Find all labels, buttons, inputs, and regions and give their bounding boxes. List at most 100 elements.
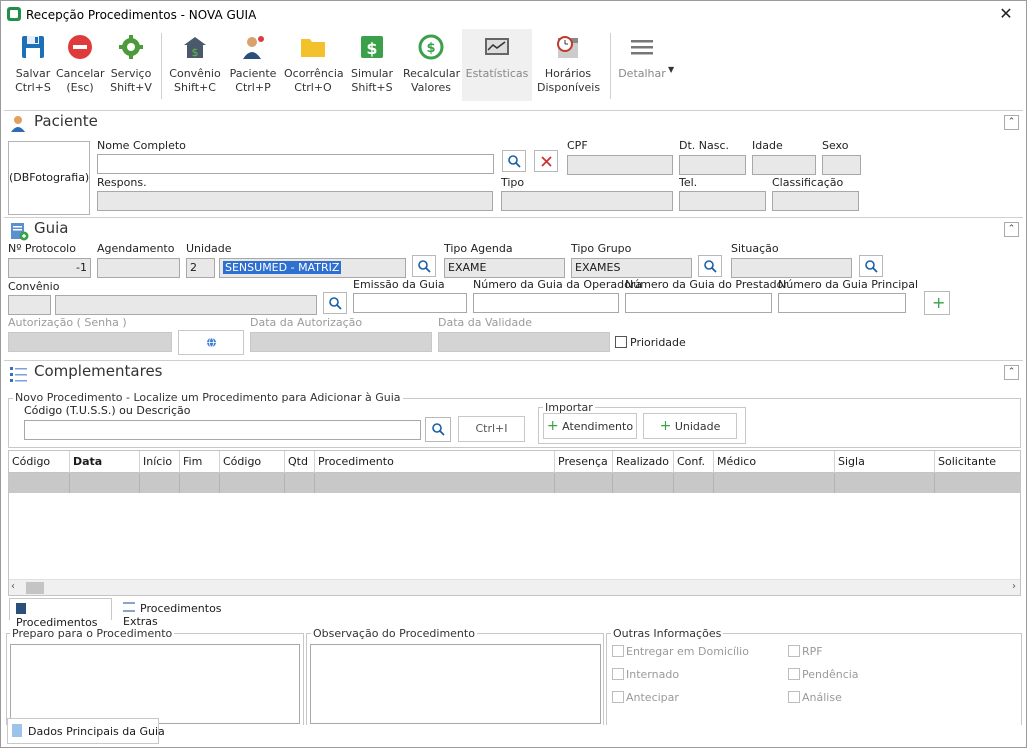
- calendar-clock-icon: [554, 33, 582, 61]
- sexo-input[interactable]: [822, 155, 861, 175]
- simular-label: Simular: [350, 67, 394, 80]
- search-situacao-button[interactable]: [859, 255, 883, 277]
- horizontal-scrollbar[interactable]: ‹ ›: [9, 579, 1020, 595]
- search-procedimento-button[interactable]: [425, 417, 451, 442]
- internado-checkbox[interactable]: [612, 668, 624, 680]
- convenio-code-input[interactable]: [8, 295, 51, 315]
- atendimento-button[interactable]: + Atendimento: [543, 413, 637, 439]
- idade-label: Idade: [752, 139, 783, 152]
- prioridade-checkbox[interactable]: [615, 336, 627, 348]
- close-button[interactable]: ✕: [996, 4, 1016, 23]
- clear-paciente-button[interactable]: [534, 150, 558, 172]
- search-convenio-button[interactable]: [323, 292, 347, 314]
- col-medico[interactable]: Médico: [714, 451, 835, 473]
- antecipar-checkbox[interactable]: [612, 691, 624, 703]
- respons-input[interactable]: [97, 191, 493, 211]
- situacao-input[interactable]: [731, 258, 852, 278]
- sexo-label: Sexo: [822, 139, 849, 152]
- col-qtd[interactable]: Qtd: [285, 451, 315, 473]
- col-inicio[interactable]: Início: [140, 451, 180, 473]
- num-prestador-input[interactable]: [625, 293, 772, 313]
- unidade-import-button[interactable]: + Unidade: [643, 413, 737, 439]
- internado-label: Internado: [626, 668, 680, 681]
- idade-input[interactable]: [752, 155, 816, 175]
- search-unidade-button[interactable]: [412, 255, 436, 277]
- analise-checkbox[interactable]: [788, 691, 800, 703]
- detalhar-dropdown-icon[interactable]: ▼: [668, 65, 674, 74]
- rpf-checkbox[interactable]: [788, 645, 800, 657]
- convenio-name-input[interactable]: [55, 295, 317, 315]
- dados-principais-tab[interactable]: Dados Principais da Guia: [7, 718, 165, 744]
- tipo-agenda-input[interactable]: EXAME: [444, 258, 565, 278]
- simular-button[interactable]: $ Simular Shift+S: [348, 29, 396, 101]
- recalcular-label: Recalcular: [403, 67, 461, 80]
- data-autorizacao-input[interactable]: [250, 332, 432, 352]
- num-principal-input[interactable]: [778, 293, 906, 313]
- num-operadora-input[interactable]: [473, 293, 619, 313]
- convenio-field-label: Convênio: [8, 280, 60, 293]
- collapse-paciente-button[interactable]: ⌃: [1004, 115, 1019, 130]
- recalcular-button[interactable]: $ Recalcular Valores: [403, 29, 461, 101]
- scroll-right-icon[interactable]: ›: [1012, 581, 1016, 592]
- nome-input[interactable]: [97, 154, 494, 174]
- ocorrencia-button[interactable]: Ocorrência Ctrl+O: [284, 29, 344, 101]
- scroll-left-icon[interactable]: ‹: [11, 581, 15, 592]
- col-solicitante[interactable]: Solicitante: [935, 451, 1020, 473]
- pendencia-checkbox[interactable]: [788, 668, 800, 680]
- row-cell: [835, 473, 935, 493]
- col-data[interactable]: Data: [70, 451, 140, 473]
- cancelar-button[interactable]: Cancelar (Esc): [56, 29, 105, 101]
- scroll-thumb[interactable]: [26, 582, 44, 594]
- estatisticas-button[interactable]: Estatísticas: [462, 29, 532, 101]
- col-fim[interactable]: Fim: [180, 451, 220, 473]
- col-sigla[interactable]: Sigla: [835, 451, 935, 473]
- entregar-checkbox[interactable]: [612, 645, 624, 657]
- tipo-input[interactable]: [501, 191, 673, 211]
- col-codigo[interactable]: Código: [9, 451, 70, 473]
- agendamento-input[interactable]: [97, 258, 180, 278]
- paciente-button[interactable]: Paciente Ctrl+P: [229, 29, 277, 101]
- ctrl-i-button[interactable]: Ctrl+I: [458, 416, 525, 442]
- col-realizado[interactable]: Realizado: [613, 451, 674, 473]
- cpf-input[interactable]: [567, 155, 673, 175]
- col-codigo-2[interactable]: Código: [220, 451, 285, 473]
- horarios-button[interactable]: Horários Disponíveis: [537, 29, 600, 101]
- autorizacao-input[interactable]: [8, 332, 172, 352]
- detalhar-button[interactable]: Detalhar: [617, 29, 667, 101]
- unidade-name-input[interactable]: SENSUMED - MATRIZ: [219, 258, 406, 278]
- collapse-complementares-button[interactable]: ⌃: [1004, 365, 1019, 380]
- codigo-input[interactable]: [24, 420, 421, 440]
- servico-button[interactable]: Serviço Shift+V: [107, 29, 155, 101]
- table-row[interactable]: [9, 473, 1020, 493]
- preparo-textarea[interactable]: [10, 644, 300, 724]
- photo-box[interactable]: (DBFotografia): [8, 141, 90, 215]
- search-tipo-grupo-button[interactable]: [698, 255, 722, 277]
- col-presenca[interactable]: Presença: [555, 451, 613, 473]
- col-conf[interactable]: Conf.: [674, 451, 714, 473]
- globe-button[interactable]: [178, 330, 244, 355]
- codigo-label: Código (T.U.S.S.) ou Descrição: [24, 404, 191, 417]
- tab-procedimentos-extras[interactable]: Procedimentos Extras: [117, 598, 257, 628]
- nasc-input[interactable]: [679, 155, 746, 175]
- nasc-label: Dt. Nasc.: [679, 139, 730, 152]
- tipo-grupo-input[interactable]: EXAMES: [571, 258, 692, 278]
- salvar-button[interactable]: Salvar Ctrl+S: [9, 29, 57, 101]
- grid-header: Código Data Início Fim Código Qtd Proced…: [9, 451, 1020, 473]
- convenio-button[interactable]: $ Convênio Shift+C: [169, 29, 221, 101]
- observacao-textarea[interactable]: [310, 644, 601, 724]
- protocolo-input[interactable]: -1: [8, 258, 91, 278]
- tab-procedimentos[interactable]: Procedimentos: [9, 598, 112, 629]
- search-paciente-button[interactable]: [502, 150, 526, 172]
- classificacao-label: Classificação: [772, 176, 844, 189]
- tel-input[interactable]: [679, 191, 766, 211]
- emissao-input[interactable]: [353, 293, 467, 313]
- classificacao-input[interactable]: [772, 191, 859, 211]
- outras-label: Outras Informações: [611, 627, 724, 640]
- estatisticas-label: Estatísticas: [465, 67, 529, 80]
- add-guia-principal-button[interactable]: +: [924, 291, 950, 315]
- unidade-code-input[interactable]: 2: [186, 258, 215, 278]
- col-procedimento[interactable]: Procedimento: [315, 451, 555, 473]
- row-cell: [674, 473, 714, 493]
- data-validade-input[interactable]: [438, 332, 610, 352]
- collapse-guia-button[interactable]: ⌃: [1004, 222, 1019, 237]
